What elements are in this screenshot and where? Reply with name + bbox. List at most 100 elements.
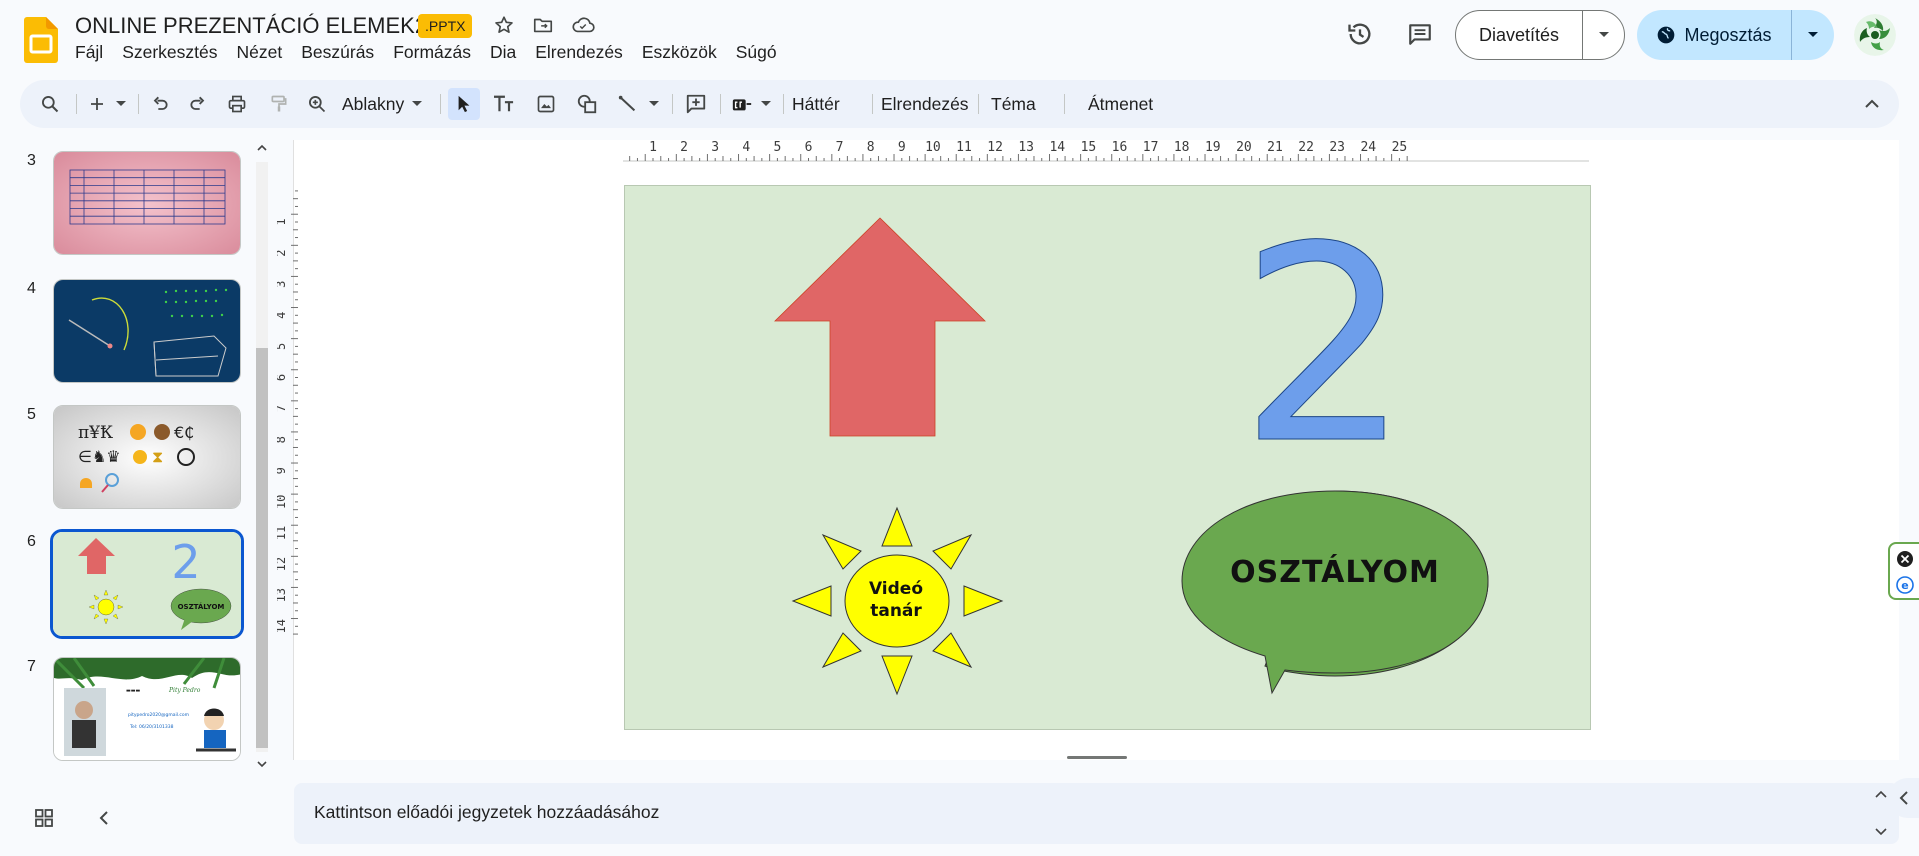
slide-thumbnail-6[interactable]: 2 OSZTÁLYOM xyxy=(50,529,244,639)
avatar[interactable] xyxy=(1854,14,1896,56)
star-icon[interactable] xyxy=(491,12,517,38)
speech-bubble-shape[interactable] xyxy=(1181,490,1489,695)
toolbar-divider xyxy=(978,94,979,114)
menu-format[interactable]: Formázás xyxy=(384,42,481,63)
caret-down-icon xyxy=(761,101,771,106)
shape-icon[interactable] xyxy=(571,88,603,120)
menu-tools[interactable]: Eszközök xyxy=(632,42,726,63)
current-slide[interactable]: 2 xyxy=(624,185,1591,730)
ruler-label: 14 xyxy=(1049,140,1065,155)
sun-text[interactable]: Videó tanár xyxy=(855,578,937,622)
extension-e-icon[interactable]: e xyxy=(1896,576,1914,594)
comments-icon[interactable] xyxy=(1400,14,1440,54)
zoom-select-label: Ablakny xyxy=(342,93,405,114)
toolbar: Ablakny Háttér Elrendezés Téma Átmenet xyxy=(20,80,1899,128)
svg-text:∈♞♛: ∈♞♛ xyxy=(78,447,121,466)
ruler-label: 24 xyxy=(1360,140,1376,155)
print-icon[interactable] xyxy=(222,88,252,120)
ruler-label: 1 xyxy=(277,218,288,225)
zoom-icon[interactable] xyxy=(302,88,332,120)
ruler-label: 25 xyxy=(1392,140,1408,155)
ruler-label: 8 xyxy=(867,140,875,155)
svg-text:⧗: ⧗ xyxy=(152,447,163,466)
input-tools-icon[interactable] xyxy=(726,88,758,120)
theme-button[interactable]: Téma xyxy=(991,88,1036,120)
ruler-label: 13 xyxy=(1018,140,1034,155)
zoom-select[interactable]: Ablakny xyxy=(342,88,423,120)
thumb7-name: Pity Pedro xyxy=(168,687,201,694)
ruler-label: 3 xyxy=(277,281,288,288)
notes-resize-handle[interactable] xyxy=(1067,756,1127,759)
caret-down-icon xyxy=(1808,32,1818,37)
select-tool-icon[interactable] xyxy=(448,88,480,120)
ruler-label: 14 xyxy=(277,619,288,633)
add-comment-icon[interactable] xyxy=(680,88,712,120)
share-button[interactable]: Megosztás xyxy=(1637,10,1792,60)
bubble-text[interactable]: OSZTÁLYOM xyxy=(1180,555,1490,590)
layout-button[interactable]: Elrendezés xyxy=(872,88,969,120)
redo-icon[interactable] xyxy=(183,88,213,120)
vertical-ruler: 1234567891011121314 xyxy=(277,190,298,635)
transition-button[interactable]: Átmenet xyxy=(1069,88,1153,120)
ruler-label: 2 xyxy=(277,249,288,256)
file-format-badge: .PPTX xyxy=(418,14,473,38)
background-button[interactable]: Háttér xyxy=(792,88,840,120)
ruler-label: 10 xyxy=(277,495,288,509)
scroll-thumb[interactable] xyxy=(256,348,268,748)
thumb7-phone: Tel: 06/20/3101338 xyxy=(129,724,174,730)
caret-down-icon xyxy=(649,101,659,106)
share-label: Megosztás xyxy=(1684,24,1772,45)
share-dropdown[interactable] xyxy=(1792,10,1834,60)
document-title[interactable]: ONLINE PREZENTÁCIÓ ELEMEK2 xyxy=(75,13,427,39)
menu-bar: Fájl Szerkesztés Nézet Beszúrás Formázás… xyxy=(66,42,786,63)
horizontal-ruler: 1 2 3 4 5 6 7 8 9 10 11 12 13 14 15 16 17 18 19 20 21 22 23 24 2… xyxy=(623,140,1589,162)
new-slide-icon[interactable] xyxy=(83,88,111,120)
menu-arrange[interactable]: Elrendezés xyxy=(526,42,633,63)
ruler-label: 7 xyxy=(836,140,844,155)
slide-thumbnail-4[interactable] xyxy=(53,279,241,383)
move-to-folder-icon[interactable] xyxy=(530,12,556,38)
slideshow-dropdown[interactable] xyxy=(1583,11,1625,59)
thumb-number: 2 xyxy=(171,535,200,589)
svg-text:e: e xyxy=(1901,579,1908,592)
notes-expand-icon xyxy=(1875,790,1887,798)
line-icon[interactable] xyxy=(612,88,644,120)
menu-help[interactable]: Súgó xyxy=(726,42,786,63)
collapse-toolbar-icon[interactable] xyxy=(1856,88,1888,120)
collapse-filmstrip-icon[interactable] xyxy=(92,804,116,832)
insert-image-icon[interactable] xyxy=(530,88,562,120)
menu-file[interactable]: Fájl xyxy=(66,42,113,63)
ruler-label: 13 xyxy=(277,588,288,602)
grid-view-icon[interactable] xyxy=(30,804,58,832)
menu-edit[interactable]: Szerkesztés xyxy=(113,42,227,63)
new-slide-dropdown[interactable] xyxy=(112,88,130,120)
toolbar-divider xyxy=(783,94,784,114)
menu-insert[interactable]: Beszúrás xyxy=(292,42,384,63)
toolbar-divider xyxy=(76,94,77,114)
filmstrip-scrollbar[interactable] xyxy=(252,140,272,774)
ruler-label: 11 xyxy=(277,526,288,540)
ruler-label: 6 xyxy=(805,140,813,155)
text-box-icon[interactable] xyxy=(488,88,520,120)
line-dropdown[interactable] xyxy=(646,88,662,120)
version-history-icon[interactable] xyxy=(1340,14,1380,54)
menu-slide[interactable]: Dia xyxy=(480,42,525,63)
cloud-saved-icon[interactable] xyxy=(570,12,596,38)
search-menus-icon[interactable] xyxy=(34,88,66,120)
input-tools-dropdown[interactable] xyxy=(758,88,774,120)
ruler-label: 1 xyxy=(649,140,657,155)
speaker-notes[interactable]: Kattintson előadói jegyzetek hozzáadásáh… xyxy=(294,783,1899,844)
slide-thumbnail-5[interactable]: π¥Ꝁ €₵ ∈♞♛ ⧗ xyxy=(53,405,241,509)
up-arrow-shape[interactable] xyxy=(774,217,986,437)
slide-thumbnail-3[interactable] xyxy=(53,151,241,255)
undo-icon[interactable] xyxy=(145,88,175,120)
close-circle-icon[interactable] xyxy=(1896,550,1914,568)
slide-thumbnail-7[interactable]: ▬▬▬ Pity Pedro pitypedro2020@gmail.com T… xyxy=(53,657,241,761)
slides-logo-icon[interactable] xyxy=(24,17,58,63)
ruler-label: 3 xyxy=(711,140,719,155)
slide-filmstrip: 3 4 5 π¥Ꝁ €₵ ∈♞♛ ⧗ 6 2 OSZTÁLYOM 7 ▬▬▬ P… xyxy=(0,140,250,774)
slideshow-button[interactable]: Diavetítés xyxy=(1456,11,1583,59)
number-two-text: 2 xyxy=(1239,188,1411,503)
menu-view[interactable]: Nézet xyxy=(227,42,292,63)
ruler-label: 4 xyxy=(742,140,750,155)
